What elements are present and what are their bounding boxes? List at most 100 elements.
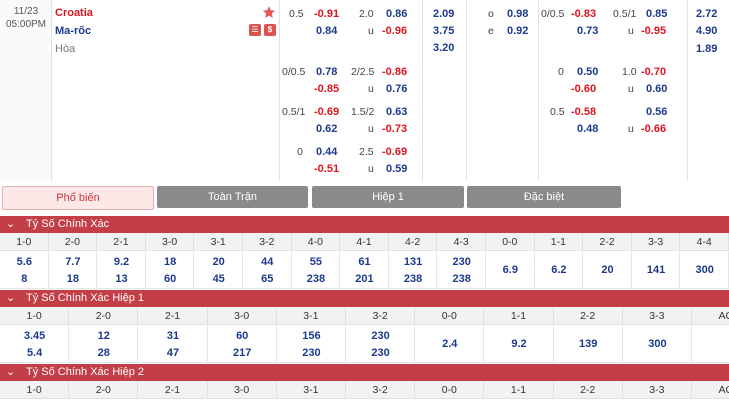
h1-ou-over-odd[interactable]: 0.85 bbox=[646, 8, 667, 20]
h1-hdp-away-odd[interactable]: -0.60 bbox=[571, 83, 596, 95]
tab-special[interactable]: Đặc biệt bbox=[467, 186, 621, 208]
ft-ou-over-odd[interactable]: -0.86 bbox=[382, 66, 407, 78]
ft-ou-under-odd[interactable]: -0.73 bbox=[382, 123, 407, 135]
score-odd[interactable]: 60 bbox=[146, 273, 195, 285]
ft-ou-under-odd[interactable]: 0.59 bbox=[386, 163, 407, 175]
h1-hdp-line: 0/0.5 bbox=[541, 8, 565, 20]
stats-icon[interactable]: ☰ bbox=[249, 24, 261, 36]
ft-hdp-home-odd[interactable]: 0.78 bbox=[316, 66, 337, 78]
score-odd[interactable]: 3.45 bbox=[0, 330, 69, 342]
match-time-cell: 11/23 05:00PM bbox=[0, 0, 52, 181]
score-odd[interactable]: 18 bbox=[146, 256, 195, 268]
score-odd[interactable]: 201 bbox=[340, 273, 389, 285]
h1-hdp-home-odd[interactable]: -0.83 bbox=[571, 8, 596, 20]
score-odd[interactable]: 6.2 bbox=[535, 264, 584, 276]
score-odd[interactable]: 18 bbox=[49, 273, 98, 285]
score-odd[interactable]: 141 bbox=[632, 264, 681, 276]
h1-ou-over-odd[interactable]: -0.70 bbox=[641, 66, 666, 78]
score-odd[interactable]: 13 bbox=[97, 273, 146, 285]
score-odd[interactable]: 131 bbox=[389, 256, 438, 268]
section-header[interactable]: ⌄ Tỷ Số Chính Xác Hiệp 2 bbox=[0, 364, 729, 381]
ft-1x2-away[interactable]: 3.75 bbox=[433, 25, 454, 37]
score-odd[interactable]: 20 bbox=[194, 256, 243, 268]
score-odd[interactable]: 2.4 bbox=[415, 338, 484, 350]
score-odd[interactable]: 8 bbox=[0, 273, 49, 285]
score-odd[interactable]: 6.9 bbox=[486, 264, 535, 276]
tab-full-time[interactable]: Toàn Trận bbox=[157, 186, 308, 208]
score-odd[interactable]: 156 bbox=[277, 330, 346, 342]
ft-ou-under-label: u bbox=[368, 83, 374, 95]
h1-hdp-away-odd[interactable]: 0.73 bbox=[577, 25, 598, 37]
star-icon[interactable] bbox=[262, 5, 276, 19]
section-header[interactable]: ⌄ Tỷ Số Chính Xác Hiệp 1 bbox=[0, 290, 729, 307]
score-odd[interactable]: 28 bbox=[69, 347, 138, 359]
ft-ou-over-odd[interactable]: 0.86 bbox=[386, 8, 407, 20]
score-odd[interactable]: 139 bbox=[554, 338, 623, 350]
score-odd[interactable]: 230 bbox=[346, 347, 415, 359]
score-label: 3-0 bbox=[208, 381, 277, 399]
score-odd[interactable]: 65 bbox=[243, 273, 292, 285]
score-odd[interactable]: 230 bbox=[437, 256, 486, 268]
chevron-down-icon: ⌄ bbox=[6, 218, 16, 230]
score-odd[interactable]: 230 bbox=[346, 330, 415, 342]
h1-ou-under-odd[interactable]: -0.66 bbox=[641, 123, 666, 135]
ft-hdp-home-odd[interactable]: -0.91 bbox=[314, 8, 339, 20]
h1-hdp-away-odd[interactable]: 0.48 bbox=[577, 123, 598, 135]
score-label: 3-3 bbox=[623, 381, 692, 399]
score-odd[interactable]: 45 bbox=[194, 273, 243, 285]
h1-ou-under-odd[interactable]: 0.60 bbox=[646, 83, 667, 95]
score-odd[interactable]: 238 bbox=[292, 273, 341, 285]
ft-hdp-away-odd[interactable]: 0.62 bbox=[316, 123, 337, 135]
score-odd[interactable]: 5.6 bbox=[0, 256, 49, 268]
score-odd[interactable]: 60 bbox=[208, 330, 277, 342]
ft-hdp-away-odd[interactable]: 0.84 bbox=[316, 25, 337, 37]
ft-hdp-home-odd[interactable]: 0.44 bbox=[316, 146, 337, 158]
ft-ou-under-odd[interactable]: -0.96 bbox=[382, 25, 407, 37]
ft-1x2-draw[interactable]: 3.20 bbox=[433, 42, 454, 54]
score-odd[interactable]: 61 bbox=[340, 256, 389, 268]
score-odd[interactable]: 9.2 bbox=[97, 256, 146, 268]
tab-popular[interactable]: Phổ biến bbox=[2, 186, 154, 210]
h1-hdp-home-odd[interactable]: -0.58 bbox=[571, 106, 596, 118]
h1-ou-over-odd[interactable]: 0.56 bbox=[646, 106, 667, 118]
score-odd[interactable]: 230 bbox=[277, 347, 346, 359]
score-odd[interactable]: 300 bbox=[623, 338, 692, 350]
h1-hdp-home-odd[interactable]: 0.50 bbox=[577, 66, 598, 78]
section-header[interactable]: ⌄ Tỷ Số Chính Xác bbox=[0, 216, 729, 233]
money-icon[interactable]: $ bbox=[264, 24, 276, 36]
score-odd[interactable]: 12 bbox=[69, 330, 138, 342]
ft-hdp-home-odd[interactable]: -0.69 bbox=[314, 106, 339, 118]
score-label: 2-2 bbox=[554, 307, 623, 325]
tab-first-half[interactable]: Hiệp 1 bbox=[312, 186, 464, 208]
score-label: 2-2 bbox=[554, 381, 623, 399]
ft-hdp-away-odd[interactable]: -0.51 bbox=[314, 163, 339, 175]
h1-1x2-away[interactable]: 4.90 bbox=[696, 25, 717, 37]
h1-ou-under-odd[interactable]: -0.95 bbox=[641, 25, 666, 37]
chevron-down-icon: ⌄ bbox=[6, 366, 16, 378]
home-team[interactable]: Croatia bbox=[55, 7, 93, 19]
score-odd[interactable]: 217 bbox=[208, 347, 277, 359]
score-odd[interactable]: 31 bbox=[138, 330, 207, 342]
score-odd[interactable]: 7.7 bbox=[49, 256, 98, 268]
score-odd[interactable]: 238 bbox=[437, 273, 486, 285]
score-odd[interactable]: 5.4 bbox=[0, 347, 69, 359]
even-odd[interactable]: 0.92 bbox=[507, 25, 528, 37]
ft-1x2-home[interactable]: 2.09 bbox=[433, 8, 454, 20]
score-label: 0-0 bbox=[486, 233, 535, 251]
score-odd[interactable]: 238 bbox=[389, 273, 438, 285]
score-odd[interactable]: 44 bbox=[243, 256, 292, 268]
h1-1x2-home[interactable]: 2.72 bbox=[696, 8, 717, 20]
score-odd[interactable]: 47 bbox=[138, 347, 207, 359]
h1-hdp-line: 0 bbox=[558, 66, 564, 78]
ft-ou-over-odd[interactable]: 0.63 bbox=[386, 106, 407, 118]
ft-ou-under-odd[interactable]: 0.76 bbox=[386, 83, 407, 95]
score-odd[interactable]: 20 bbox=[583, 264, 632, 276]
odd-odd[interactable]: 0.98 bbox=[507, 8, 528, 20]
score-odd[interactable]: 300 bbox=[680, 264, 729, 276]
h1-1x2-draw[interactable]: 1.89 bbox=[696, 43, 717, 55]
score-odd[interactable]: 9.2 bbox=[484, 338, 553, 350]
ft-hdp-away-odd[interactable]: -0.85 bbox=[314, 83, 339, 95]
away-team[interactable]: Ma-rốc bbox=[55, 25, 91, 37]
ft-ou-over-odd[interactable]: -0.69 bbox=[382, 146, 407, 158]
score-odd[interactable]: 55 bbox=[292, 256, 341, 268]
